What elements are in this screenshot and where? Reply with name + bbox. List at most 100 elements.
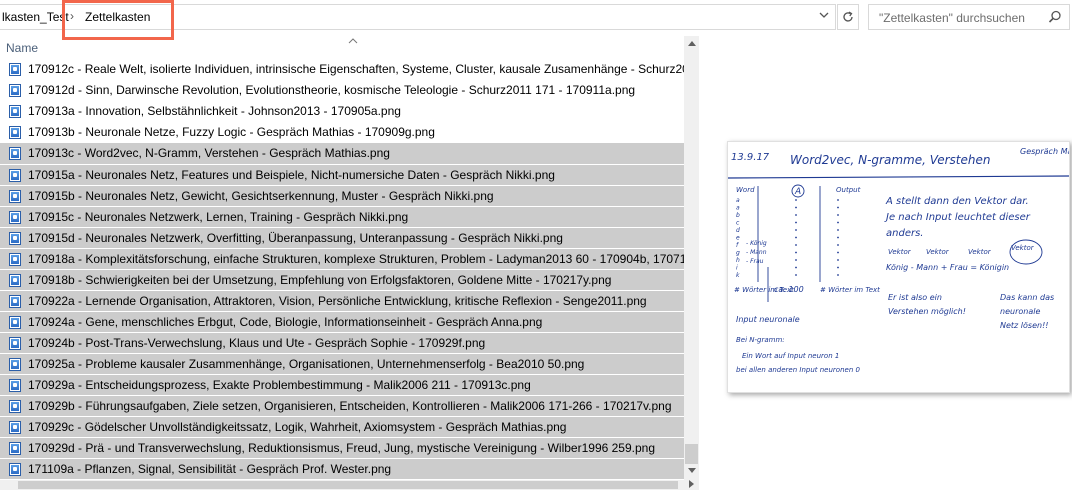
vertical-scroll-thumb[interactable]	[685, 444, 698, 464]
search-icon[interactable]	[1047, 9, 1063, 25]
file-row[interactable]: 170918a - Komplexitätsforschung, einfach…	[0, 248, 684, 269]
note-word-row: e	[736, 235, 740, 242]
note-date: 13.9.17	[731, 152, 770, 163]
note-word-row: h	[736, 257, 740, 264]
file-name: 170929c - Gödelscher Unvollständigkeitss…	[28, 420, 567, 434]
file-name: 170929d - Prä - und Transverwechslung, R…	[28, 441, 656, 455]
file-row[interactable]: 170929d - Prä - und Transverwechslung, R…	[0, 437, 684, 458]
note-col-a: A	[794, 187, 801, 197]
note-value-dot	[795, 266, 797, 269]
note-word-row: a	[736, 197, 740, 204]
file-row[interactable]: 170915a - Neuronales Netz, Features und …	[0, 164, 684, 185]
chevron-down-icon[interactable]	[816, 9, 832, 25]
note-output-dot	[837, 206, 839, 209]
file-row[interactable]: 170929a - Entscheidungsprozess, Exakte P…	[0, 374, 684, 395]
file-row[interactable]: 170925a - Probleme kausaler Zusammenhäng…	[0, 353, 684, 374]
file-row[interactable]: 170924a - Gene, menschliches Erbgut, Cod…	[0, 311, 684, 332]
file-name: 170922a - Lernende Organisation, Attrakt…	[28, 294, 647, 308]
note-value-dot	[795, 236, 797, 239]
file-row[interactable]: 170913a - Innovation, Selbstähnlichkeit …	[0, 101, 684, 122]
file-row[interactable]: 170929c - Gödelscher Unvollständigkeitss…	[0, 416, 684, 437]
image-file-icon	[9, 169, 21, 182]
scroll-up-icon[interactable]	[684, 36, 699, 52]
refresh-icon[interactable]	[837, 4, 859, 30]
note-output-dot	[837, 236, 839, 239]
file-name: 170915a - Neuronales Netz, Features und …	[28, 168, 555, 182]
file-row[interactable]: 170912c - Reale Welt, isolierte Individu…	[0, 59, 684, 80]
image-file-icon	[9, 337, 21, 350]
image-file-icon	[9, 211, 21, 224]
file-name: 170925a - Probleme kausaler Zusammenhäng…	[28, 357, 585, 371]
image-file-icon	[9, 84, 21, 97]
search-placeholder: "Zettelkasten" durchsuchen	[879, 11, 1025, 25]
note-value-dot	[795, 244, 797, 246]
note-word-row: b	[736, 212, 740, 219]
image-file-icon	[9, 63, 21, 76]
note-value-dot	[795, 229, 797, 231]
file-row[interactable]: 170912d - Sinn, Darwinsche Revolution, E…	[0, 80, 684, 101]
image-file-icon	[9, 400, 21, 413]
note-value-dot	[795, 274, 797, 276]
note-title: Word2vec, N-gramme, Verstehen	[790, 153, 990, 167]
note-word-row: i	[736, 265, 738, 272]
address-bar: lkasten_Test › Zettelkasten "Zettelkaste…	[0, 0, 1072, 40]
note-output-dot	[837, 266, 839, 269]
image-file-icon	[9, 379, 21, 392]
file-row[interactable]: 170929b - Führungsaufgaben, Ziele setzen…	[0, 395, 684, 416]
image-file-icon	[9, 295, 21, 308]
file-list: 170912c - Reale Welt, isolierte Individu…	[0, 59, 684, 479]
file-row[interactable]: 171109a - Pflanzen, Signal, Sensibilität…	[0, 458, 684, 479]
file-row[interactable]: 170915d - Neuronales Netzwerk, Overfitti…	[0, 227, 684, 248]
note-neural-2: neuronale	[1000, 307, 1040, 316]
file-name: 170913b - Neuronale Netze, Fuzzy Logic -…	[28, 125, 435, 139]
sort-ascending-icon	[348, 36, 358, 46]
note-output-dot	[837, 199, 839, 201]
note-col-output: Output	[836, 186, 861, 194]
note-word-row: g	[736, 250, 740, 257]
handwritten-note: 13.9.17 Word2vec, N-gramme, Verstehen Ge…	[728, 147, 1069, 374]
file-name: 170913a - Innovation, Selbstähnlichkeit …	[28, 104, 401, 118]
image-file-icon	[9, 358, 21, 371]
file-name: 170915d - Neuronales Netzwerk, Overfitti…	[28, 231, 563, 245]
preview-image: 13.9.17 Word2vec, N-gramme, Verstehen Ge…	[727, 141, 1070, 393]
note-value-dot	[795, 259, 797, 261]
file-row[interactable]: 170924b - Post-Trans-Verwechslung, Klaus…	[0, 332, 684, 353]
file-name: 170918b - Schwierigkeiten bei der Umsetz…	[28, 273, 612, 287]
file-row[interactable]: 170915c - Neuronales Netzwerk, Lernen, T…	[0, 206, 684, 227]
note-ca-100: ca. 100	[774, 285, 804, 294]
image-file-icon	[9, 253, 21, 266]
note-vec-3: Vektor	[968, 248, 992, 256]
image-file-icon	[9, 232, 21, 245]
note-line-2: Je nach Input leuchtet dieser	[884, 212, 1031, 223]
breadcrumb-parent[interactable]: lkasten_Test	[2, 10, 69, 24]
image-file-icon	[9, 126, 21, 139]
file-row[interactable]: 170913c - Word2vec, N-Gramm, Verstehen -…	[0, 143, 684, 164]
note-word-row: a	[736, 205, 740, 212]
file-row[interactable]: 170913b - Neuronale Netze, Fuzzy Logic -…	[0, 122, 684, 143]
note-value-dot	[795, 206, 797, 209]
file-row[interactable]: 170922a - Lernende Organisation, Attrakt…	[0, 290, 684, 311]
note-word-row: f	[736, 242, 739, 249]
vertical-scrollbar[interactable]	[684, 36, 699, 480]
highlight-annotation	[62, 0, 174, 40]
note-output-dot	[837, 259, 839, 261]
image-file-icon	[9, 316, 21, 329]
note-vec-4: Vektor	[1011, 244, 1035, 252]
file-name: 170912c - Reale Welt, isolierte Individu…	[28, 62, 684, 76]
note-bottom-2: bei allen anderen Input neuronen 0	[736, 366, 860, 374]
scroll-down-icon[interactable]	[684, 464, 699, 480]
scroll-right-icon[interactable]	[684, 480, 699, 490]
horizontal-scrollbar[interactable]	[0, 480, 699, 490]
note-label-mann: - Mann	[746, 249, 767, 256]
note-label-koenig: - König	[746, 240, 767, 247]
file-row[interactable]: 170915b - Neuronales Netz, Gewicht, Gesi…	[0, 185, 684, 206]
note-output-dot	[837, 251, 839, 254]
image-file-icon	[9, 147, 21, 160]
file-row[interactable]: 170918b - Schwierigkeiten bei der Umsetz…	[0, 269, 684, 290]
horizontal-scroll-thumb[interactable]	[18, 481, 678, 489]
column-name-header[interactable]: Name	[6, 41, 38, 55]
file-name: 170915b - Neuronales Netz, Gewicht, Gesi…	[28, 189, 494, 203]
image-file-icon	[9, 105, 21, 118]
note-bei-ngram: Bei N-gramm:	[736, 336, 785, 344]
search-input[interactable]: "Zettelkasten" durchsuchen	[868, 4, 1070, 30]
